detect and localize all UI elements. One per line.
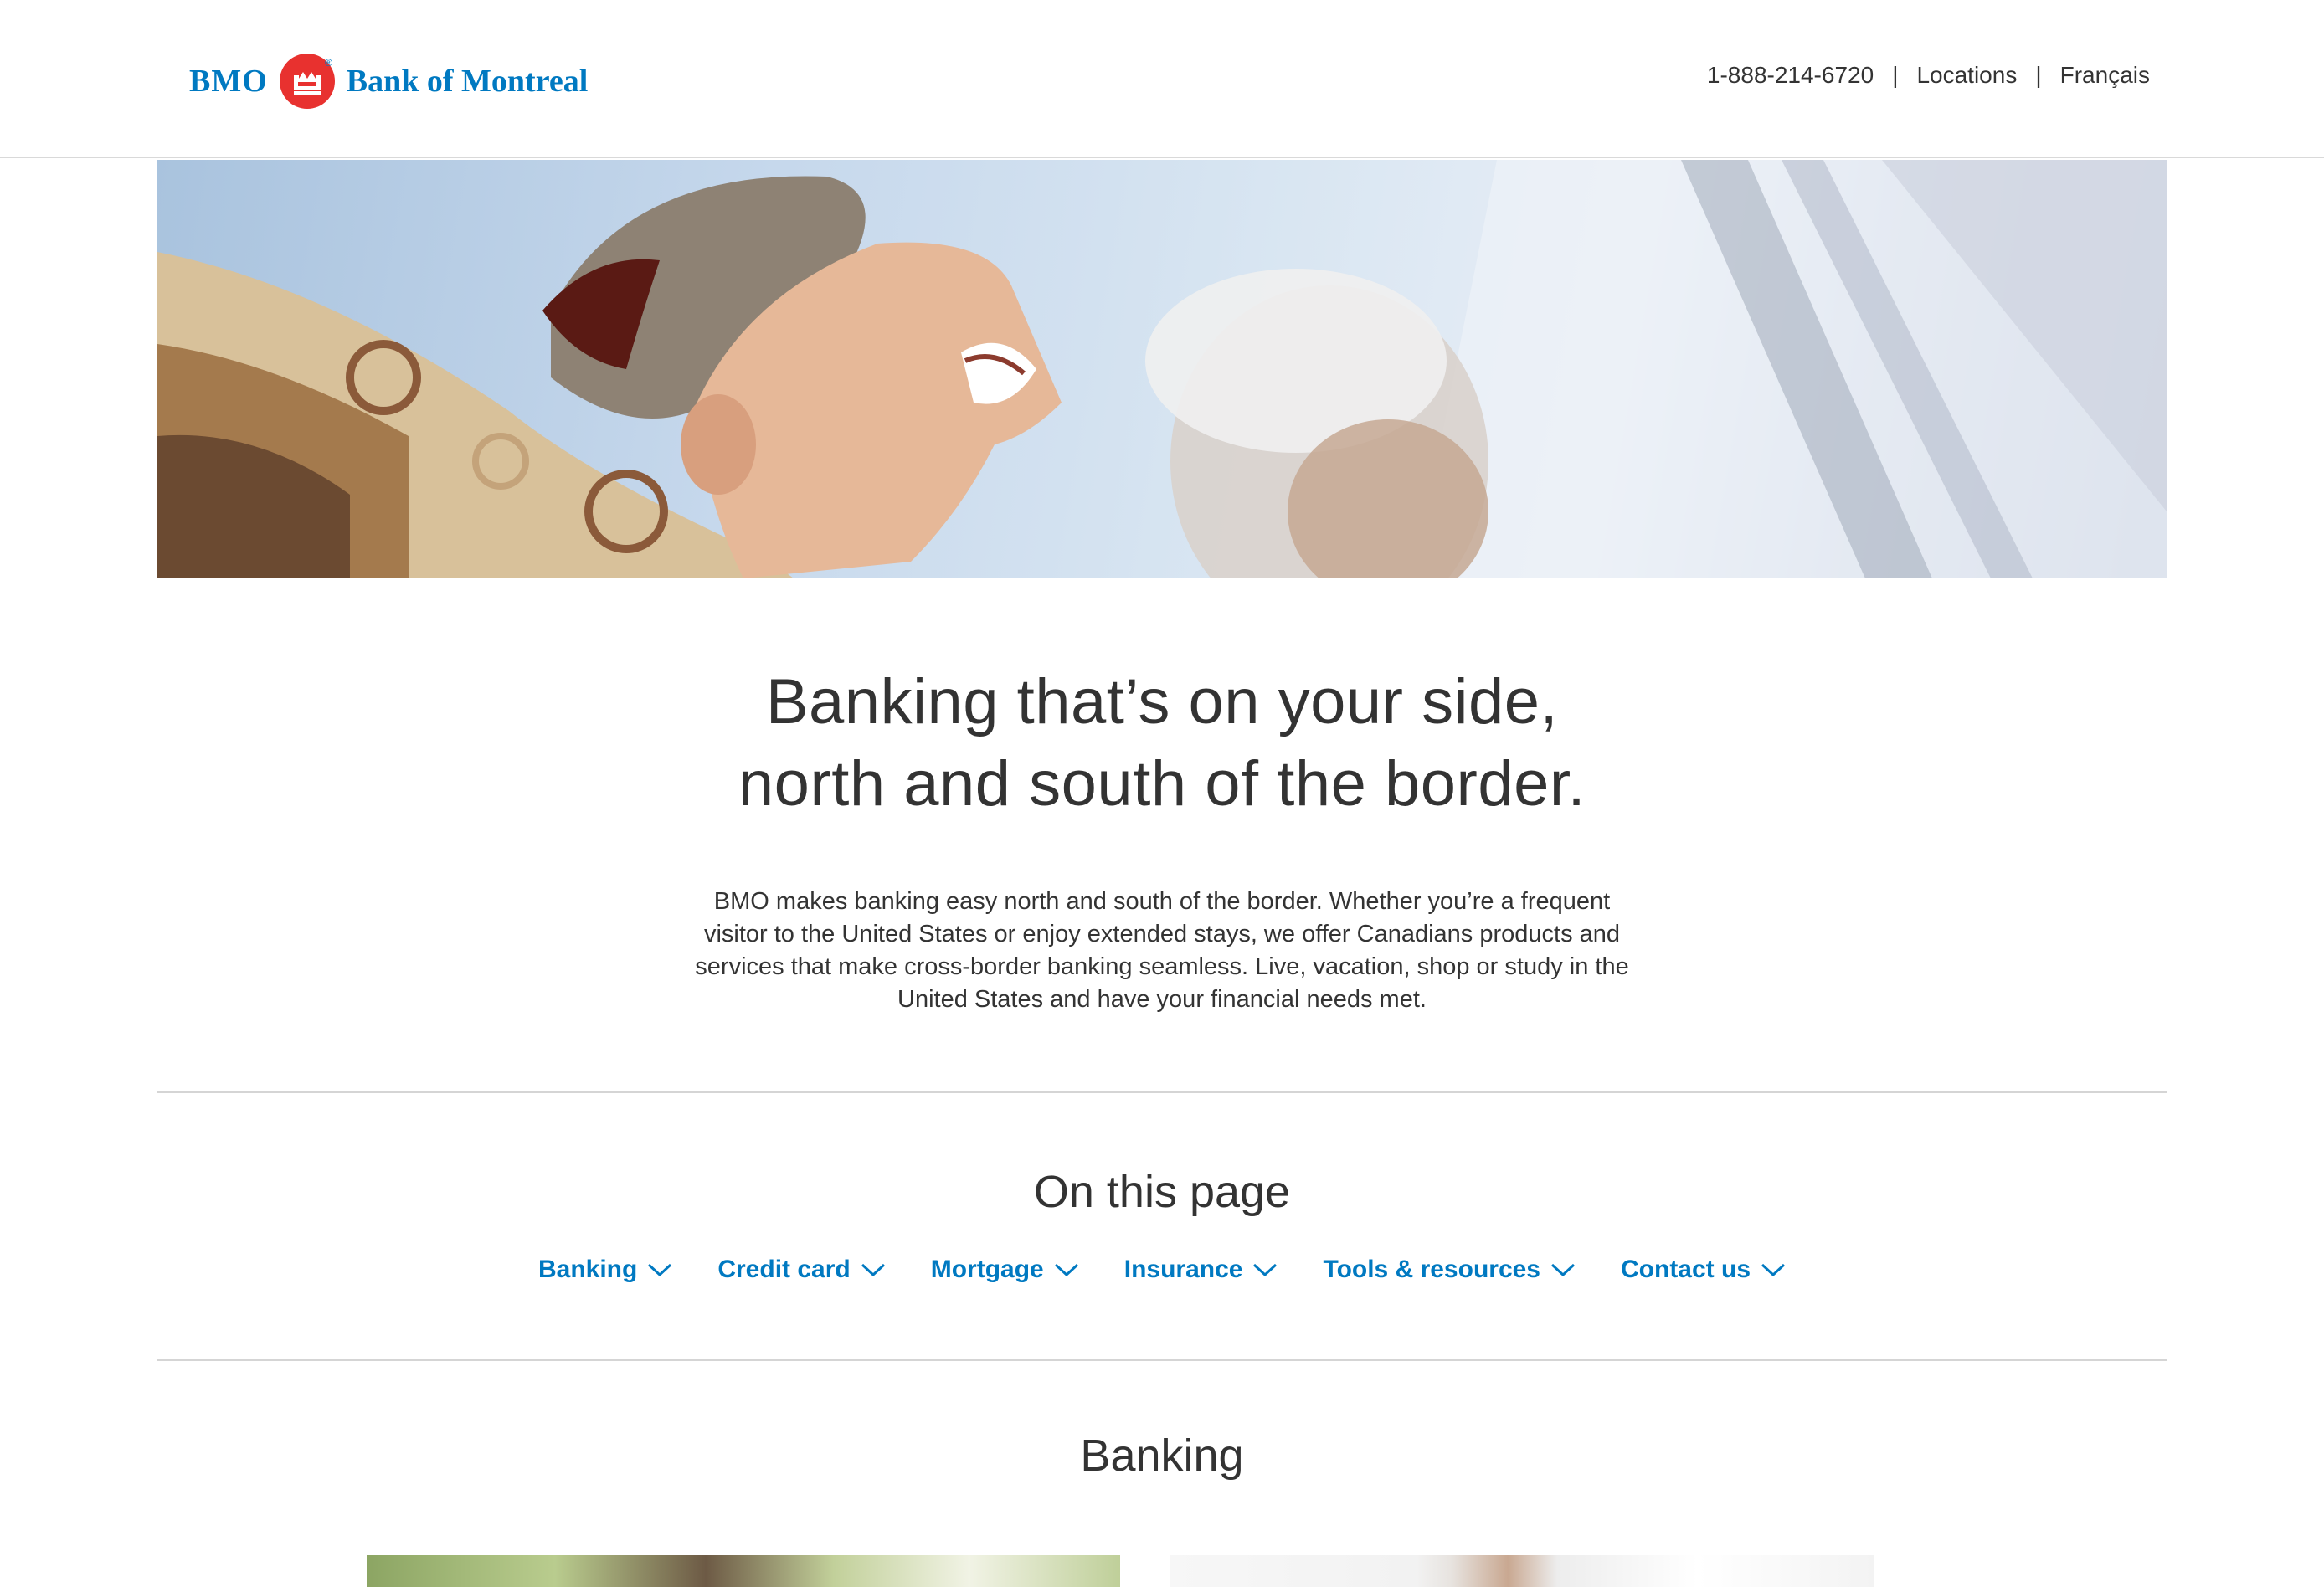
headline-line-2: north and south of the border. xyxy=(738,748,1586,819)
chevron-down-icon xyxy=(1054,1263,1078,1277)
jump-link-tools-resources[interactable]: Tools & resources xyxy=(1323,1256,1576,1284)
jump-link-label: Credit card xyxy=(717,1256,851,1283)
chevron-down-icon xyxy=(1253,1263,1278,1277)
utility-nav: 1-888-214-6720 | Locations | Français xyxy=(1707,62,2150,89)
phone-link[interactable]: 1-888-214-6720 xyxy=(1707,62,1874,89)
on-this-page-title: On this page xyxy=(1033,1167,1291,1217)
banking-card-image-man xyxy=(1170,1555,1874,1587)
nav-separator: | xyxy=(1892,62,1899,88)
divider xyxy=(157,1359,2167,1361)
jump-link-insurance[interactable]: Insurance xyxy=(1124,1256,1278,1284)
on-this-page-nav: Banking Credit card Mortgage Insurance T… xyxy=(0,1249,2324,1291)
jump-link-label: Insurance xyxy=(1123,1256,1243,1283)
chevron-down-icon xyxy=(1761,1263,1786,1277)
headline-line-1: Banking that’s on your side, xyxy=(765,666,1559,737)
logo-bank-name: Bank of Montreal xyxy=(346,64,589,99)
language-toggle-link[interactable]: Français xyxy=(2060,62,2150,89)
chevron-down-icon xyxy=(1550,1263,1576,1277)
jump-link-credit-card[interactable]: Credit card xyxy=(717,1256,885,1284)
intro-paragraph: BMO makes banking easy north and south o… xyxy=(695,888,1629,1013)
jump-link-label: Tools & resources xyxy=(1323,1256,1540,1283)
nav-separator: | xyxy=(2035,62,2042,88)
logo-bmo-text: BMO xyxy=(189,64,268,99)
chevron-down-icon xyxy=(648,1263,672,1277)
jump-link-mortgage[interactable]: Mortgage xyxy=(931,1256,1079,1284)
jump-link-label: Mortgage xyxy=(930,1256,1044,1283)
hero-photo-icon xyxy=(157,160,2167,578)
registered-mark: ® xyxy=(325,57,332,69)
divider xyxy=(157,1091,2167,1093)
hero-image xyxy=(157,160,2167,578)
jump-link-label: Banking xyxy=(537,1256,638,1283)
banking-card-image-couple xyxy=(367,1555,1120,1587)
chevron-down-icon xyxy=(861,1263,885,1277)
jump-link-label: Contact us xyxy=(1621,1256,1751,1283)
jump-link-banking[interactable]: Banking xyxy=(538,1256,672,1284)
locations-link[interactable]: Locations xyxy=(1916,62,2017,89)
bmo-logo[interactable]: BMO ® Bank of Montreal xyxy=(189,52,588,110)
jump-link-contact-us[interactable]: Contact us xyxy=(1621,1256,1786,1284)
page-headline: Banking that’s on your side, north and s… xyxy=(0,661,2324,825)
banking-section-title: Banking xyxy=(1080,1430,1244,1481)
site-header: BMO ® Bank of Montreal 1-888-214-6720 | … xyxy=(0,0,2324,158)
